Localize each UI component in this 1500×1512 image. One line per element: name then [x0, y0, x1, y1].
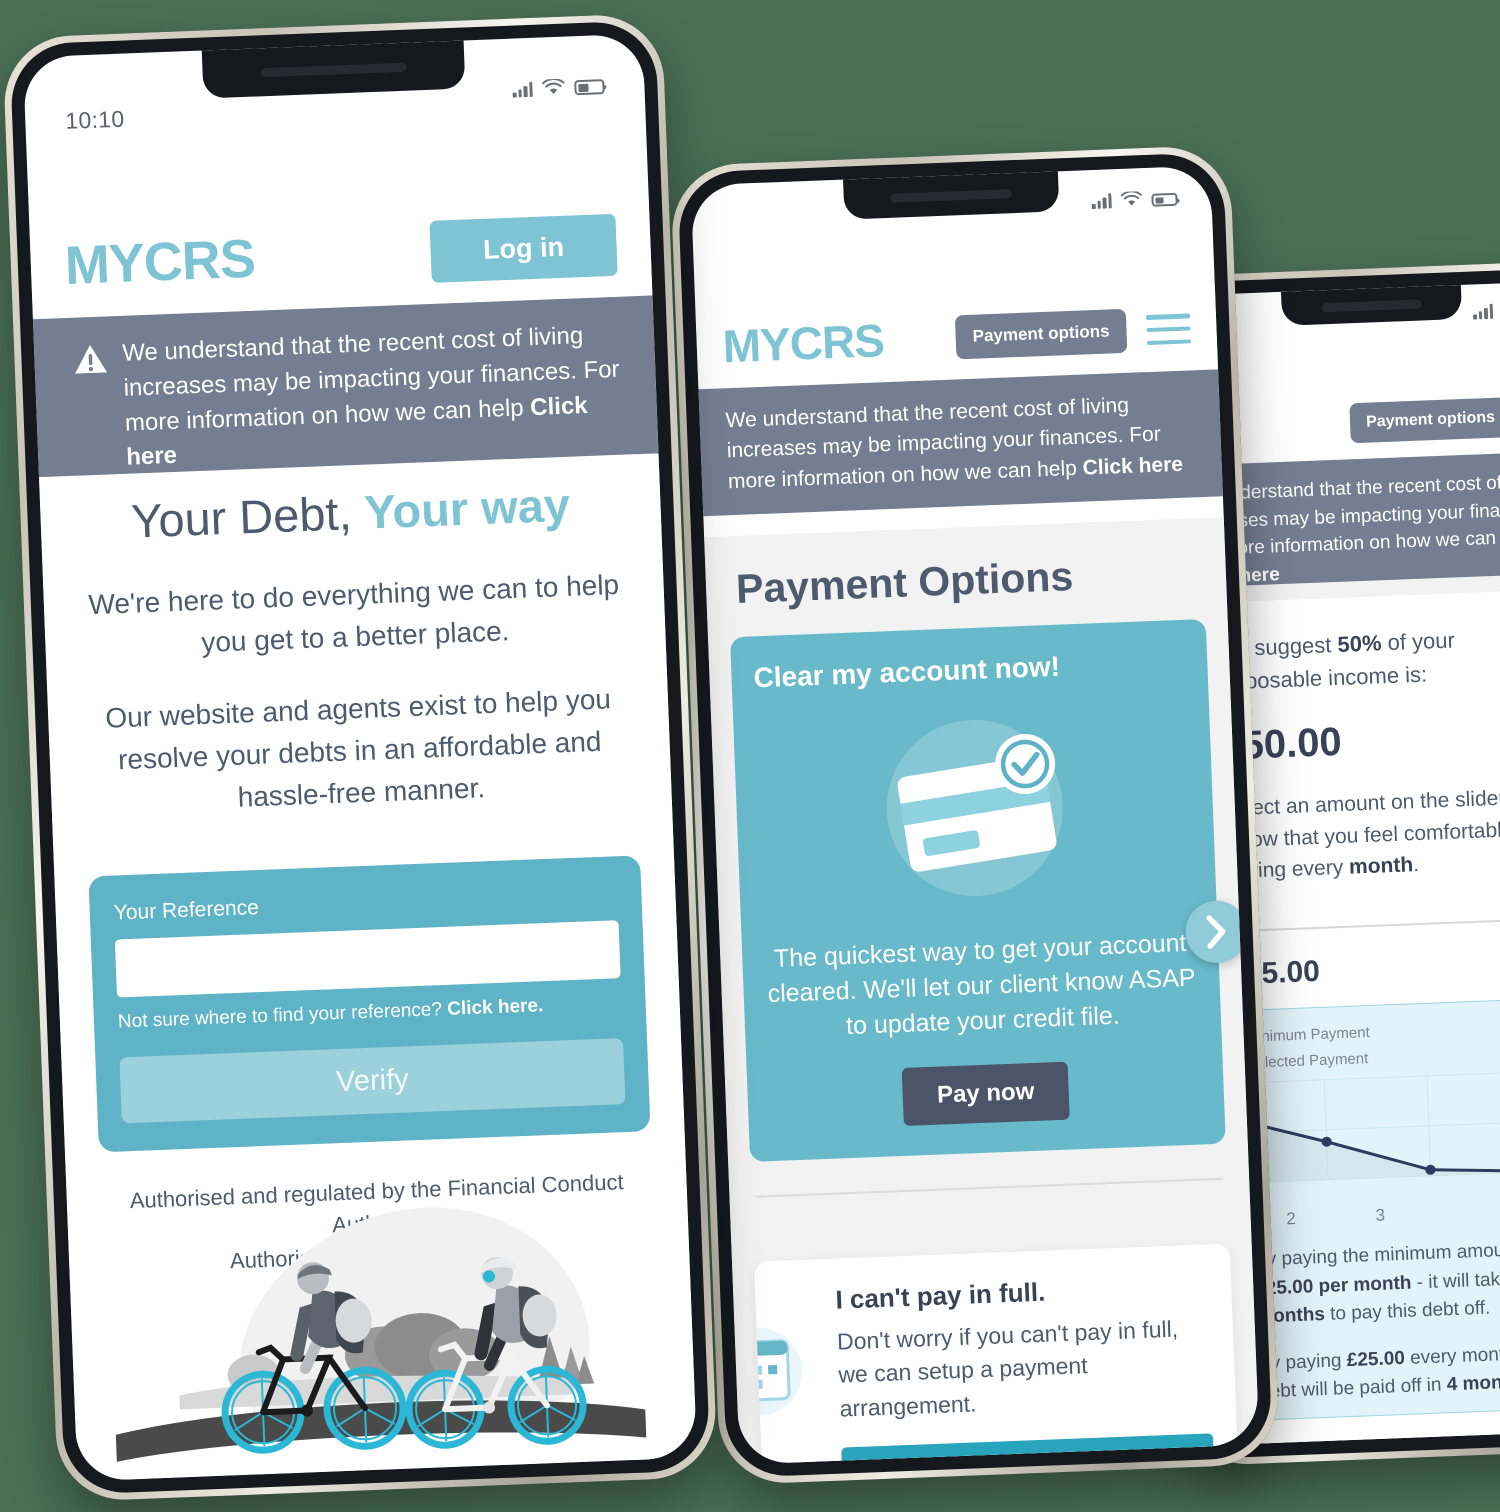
page-title: Your Debt, Your way	[130, 477, 571, 548]
cellular-bars-icon	[1091, 193, 1112, 210]
divider	[1226, 916, 1500, 932]
phone-1-notch	[201, 40, 466, 99]
phone-1-screen: 10:10 MYCRS Log in We understand that th…	[22, 33, 698, 1482]
brand-logo: MYCRS	[721, 314, 885, 373]
x-tick-3: 3	[1375, 1205, 1386, 1225]
status-time: 10:10	[64, 105, 125, 134]
earpiece-speaker	[260, 62, 408, 77]
chart-legend: Minimum Payment Selected Payment	[1245, 1012, 1500, 1076]
battery-icon	[574, 79, 605, 96]
phone-2-body: 10:10 MYCRS Payment options	[677, 152, 1273, 1478]
phone-2-screen: 10:10 MYCRS Payment options	[690, 165, 1260, 1465]
pay-now-button[interactable]: Pay now	[901, 1061, 1070, 1126]
login-button[interactable]: Log in	[429, 213, 618, 283]
intro-paragraph-2: Our website and agents exist to help you…	[104, 683, 612, 813]
page-title: Payment Options	[735, 553, 1074, 612]
phone-2-content: Payment Options Clear my account now! Th…	[704, 517, 1260, 1465]
status-icons	[1472, 301, 1500, 320]
credit-card-check-icon	[755, 700, 1194, 916]
cyclists-illustration	[66, 1168, 697, 1482]
cannot-pay-title: I can't pay in full.	[834, 1276, 1046, 1315]
cannot-pay-body: Don't worry if you can't pay in full, we…	[836, 1315, 1179, 1422]
payment-options-button[interactable]: Payment options	[1349, 397, 1500, 444]
status-icons	[1091, 190, 1178, 210]
hamburger-menu-icon[interactable]	[1145, 313, 1192, 346]
phone-3-notch	[1280, 284, 1463, 326]
clear-account-body: The quickest way to get your account cle…	[767, 928, 1197, 1041]
suggest-percent: 50%	[1336, 630, 1382, 657]
cannot-pay-card: I can't pay in full. Don't worry if you …	[753, 1243, 1240, 1465]
earpiece-speaker	[890, 188, 1012, 203]
reference-card: Your Reference Not sure where to find yo…	[88, 855, 651, 1153]
suggested-amount: £50.00	[1218, 719, 1343, 769]
chart-note-selected: By paying £25.00 every month this debt w…	[1257, 1342, 1500, 1403]
chart-svg	[1247, 1070, 1500, 1184]
phone-2: 10:10 MYCRS Payment options	[669, 144, 1281, 1486]
reference-label: Your Reference	[113, 896, 260, 925]
phone-2-alert-link[interactable]: Click here	[1082, 453, 1183, 480]
slider-instruction: Select an amount on the slider below tha…	[1221, 786, 1500, 884]
wifi-icon	[542, 78, 565, 95]
payment-options-button[interactable]: Payment options	[954, 308, 1128, 360]
phone-2-alert-text: We understand that the recent cost of li…	[725, 393, 1184, 494]
page-title-accent: Your way	[363, 477, 571, 539]
calendar-icon	[753, 1327, 803, 1416]
section-divider	[755, 1177, 1224, 1198]
selected-amount: £25.00	[1227, 954, 1321, 991]
intro-paragraph-1: We're here to do everything we can to he…	[87, 568, 620, 658]
cellular-bars-icon	[1472, 303, 1494, 320]
status-icons	[512, 77, 605, 98]
earpiece-speaker	[1321, 298, 1423, 312]
cannot-pay-cta-button[interactable]: Click here	[841, 1433, 1215, 1465]
x-tick-4: 4	[1431, 1199, 1500, 1224]
reference-hint-link[interactable]: Click here.	[447, 995, 544, 1020]
clear-account-card: Clear my account now! The quickest way t…	[729, 619, 1249, 1162]
clear-account-title: Clear my account now!	[752, 650, 1061, 694]
phone-1: 10:10 MYCRS Log in We understand that th…	[2, 12, 718, 1503]
phone-1-content: Your Debt, Your way We're here to do eve…	[39, 453, 698, 1482]
phone-1-alert-text: We understand that the recent cost of li…	[121, 322, 621, 472]
verify-button[interactable]: Verify	[119, 1038, 626, 1124]
reference-input[interactable]	[114, 920, 621, 998]
brand-logo: MYCRS	[63, 228, 256, 296]
cellular-bars-icon	[512, 81, 533, 98]
phone-2-alert-bar: We understand that the recent cost of li…	[698, 369, 1223, 517]
wifi-icon	[1120, 191, 1142, 206]
reference-hint: Not sure where to find your reference? C…	[117, 995, 544, 1033]
suggest-text: We suggest 50% of your disposable income…	[1215, 627, 1456, 695]
phone-2-notch	[843, 171, 1060, 220]
phone-1-body: 10:10 MYCRS Log in We understand that th…	[9, 20, 711, 1495]
battery-icon	[1151, 192, 1178, 207]
chart-note-minimum: By paying the minimum amount of £25.00 p…	[1254, 1239, 1500, 1328]
warning-triangle-icon	[75, 345, 108, 374]
